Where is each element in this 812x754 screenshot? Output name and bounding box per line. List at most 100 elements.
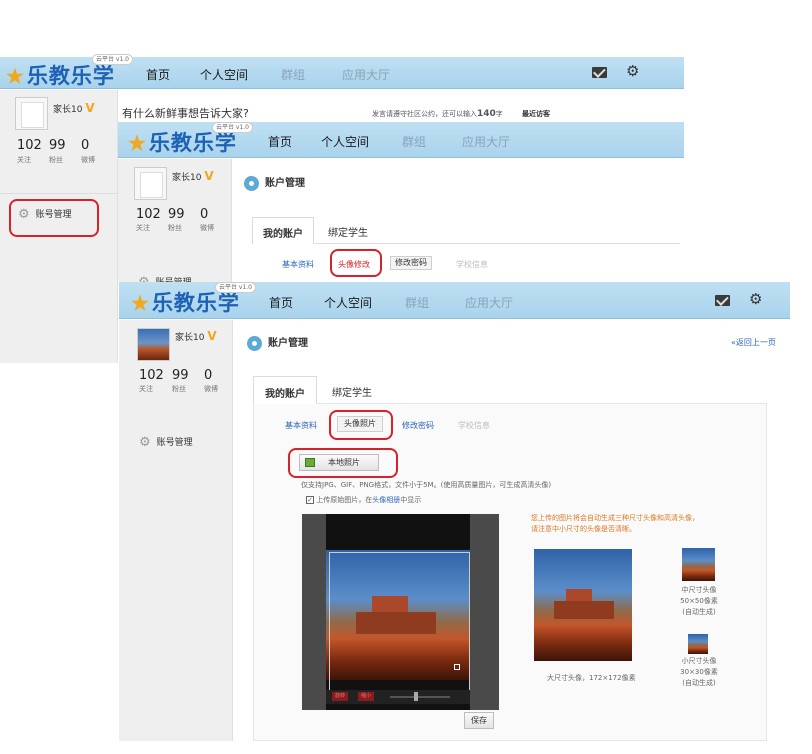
avatar-album-link[interactable]: 头像相册	[372, 496, 400, 504]
status-notice: 发言请遵守社区公约，还可以输入140字	[372, 109, 503, 119]
nav-groups[interactable]: 群组	[402, 133, 426, 150]
large-avatar-caption: 大尺寸头像，172×172像素	[547, 674, 636, 682]
followers-count[interactable]: 99	[168, 207, 185, 222]
settings-gear-icon[interactable]: ⚙	[749, 292, 762, 307]
account-title: 账户管理	[247, 334, 308, 351]
tab-bind-student[interactable]: 绑定学生	[328, 224, 368, 239]
following-count[interactable]: 102	[136, 207, 161, 222]
logo-star-icon: ★	[128, 131, 147, 155]
username[interactable]: 家长10 V	[175, 329, 217, 343]
subtab-basic-info[interactable]: 基本资料	[285, 420, 317, 431]
gear-icon	[247, 335, 262, 351]
zoom-slider-handle[interactable]	[414, 692, 418, 701]
crop-resize-handle[interactable]	[454, 664, 460, 670]
mail-icon[interactable]	[592, 67, 607, 78]
username[interactable]: 家长10 V	[172, 169, 214, 183]
gear-icon: ⚙	[139, 435, 151, 450]
avatar[interactable]	[15, 97, 48, 130]
weibo-count[interactable]: 0	[204, 368, 212, 383]
highlight-avatar-edit	[330, 249, 382, 277]
subtab-change-password[interactable]: 修改密码	[402, 420, 434, 431]
following-label: 关注	[136, 224, 150, 232]
large-avatar-preview	[534, 549, 632, 661]
back-link[interactable]: «返回上一页	[731, 337, 776, 348]
upload-notice: 您上传的图片将会自动生成三种尺寸头像和高清头像， 请注意中小尺寸的头像是否清晰。	[531, 514, 699, 533]
small-avatar-caption: 小尺寸头像 30×30像素 (自动生成)	[680, 657, 718, 687]
layer-account-avatar-tab: ★乐教乐学 云平台 v1.0 首页 个人空间 群组 应用大厅 家长10 V 10…	[118, 122, 684, 290]
following-label: 关注	[17, 156, 31, 164]
divider	[0, 193, 118, 194]
followers-label: 粉丝	[49, 156, 63, 164]
tab-my-account[interactable]: 我的账户	[252, 217, 314, 244]
nav-personal-space[interactable]: 个人空间	[324, 294, 372, 311]
nav-app-hall[interactable]: 应用大厅	[465, 294, 513, 311]
followers-label: 粉丝	[168, 224, 182, 232]
subtab-school-info[interactable]: 学校信息	[456, 259, 488, 270]
sidebar: 家长10 V 102 99 0 关注 粉丝 微博 ⚙账号管理	[118, 159, 232, 290]
zoom-slider[interactable]	[390, 696, 450, 698]
tab-bind-student[interactable]: 绑定学生	[332, 384, 372, 399]
tab-my-account[interactable]: 我的账户	[253, 376, 317, 404]
avatar[interactable]	[137, 328, 170, 361]
layer-avatar-upload: ★乐教乐学 云平台 v1.0 首页 个人空间 群组 应用大厅 ⚙ 家长10 V …	[119, 282, 790, 741]
highlight-avatar-photo	[329, 410, 393, 440]
subtab-basic-info[interactable]: 基本资料	[282, 259, 314, 270]
subtab-change-password[interactable]: 修改密码	[390, 256, 432, 270]
nav-groups[interactable]: 群组	[405, 294, 429, 311]
vip-badge: V	[207, 329, 217, 343]
nav-groups[interactable]: 群组	[281, 66, 305, 83]
nav-app-hall[interactable]: 应用大厅	[342, 66, 390, 83]
cloud-badge: 云平台 v1.0	[215, 282, 257, 293]
menu-account-management[interactable]: ⚙账号管理	[139, 435, 193, 450]
status-prompt: 有什么新鲜事想告诉大家?	[122, 107, 249, 120]
top-nav-bar: ★乐教乐学 云平台 v1.0 首页 个人空间 群组 应用大厅 ⚙	[119, 282, 790, 319]
following-count[interactable]: 102	[139, 368, 164, 383]
weibo-count[interactable]: 0	[81, 138, 89, 153]
followers-label: 粉丝	[172, 385, 186, 393]
save-original-checkbox[interactable]: ✓	[306, 496, 314, 504]
nav-personal-space[interactable]: 个人空间	[200, 66, 248, 83]
mail-icon[interactable]	[715, 295, 730, 306]
weibo-label: 微博	[204, 385, 218, 393]
nav-home[interactable]: 首页	[269, 294, 293, 311]
nav-home[interactable]: 首页	[146, 66, 170, 83]
weibo-label: 微博	[200, 224, 214, 232]
zoom-out-button[interactable]: 缩小	[358, 692, 374, 701]
avatar[interactable]	[134, 167, 167, 200]
weibo-label: 微博	[81, 156, 95, 164]
crop-area[interactable]: 旋转 缩小	[302, 514, 499, 710]
username[interactable]: 家长10 V	[53, 101, 95, 115]
following-count[interactable]: 102	[17, 138, 42, 153]
logo-star-icon: ★	[6, 64, 25, 88]
account-title: 账户管理	[244, 174, 305, 191]
weibo-count[interactable]: 0	[200, 207, 208, 222]
cloud-badge: 云平台 v1.0	[212, 122, 254, 133]
sidebar: 家长10 V 102 99 0 关注 粉丝 微博 ⚙账号管理	[119, 320, 233, 741]
save-button[interactable]: 保存	[464, 712, 494, 729]
format-hint: 仅支持JPG、GIF、PNG格式，文件小于5M。(使用高质量图片，可生成高清头像…	[301, 481, 552, 489]
settings-gear-icon[interactable]: ⚙	[626, 64, 639, 79]
logo-star-icon: ★	[131, 291, 150, 315]
medium-avatar-preview	[682, 548, 715, 581]
tabs-divider	[252, 243, 680, 244]
medium-avatar-caption: 中尺寸头像 50×50像素 (自动生成)	[680, 586, 718, 616]
small-avatar-preview	[688, 634, 708, 654]
vip-badge: V	[85, 101, 95, 115]
nav-home[interactable]: 首页	[268, 133, 292, 150]
rotate-button[interactable]: 旋转	[332, 692, 348, 701]
recent-visitors[interactable]: 最近访客	[522, 109, 550, 119]
nav-personal-space[interactable]: 个人空间	[321, 133, 369, 150]
subtab-school-info[interactable]: 学校信息	[458, 420, 490, 431]
save-original-option[interactable]: ✓ 上传原始图片，在头像相册中显示	[306, 495, 421, 505]
highlight-account-menu	[9, 199, 99, 237]
followers-count[interactable]: 99	[49, 138, 66, 153]
vip-badge: V	[204, 169, 214, 183]
top-nav-bar: ★乐教乐学 云平台 v1.0 首页 个人空间 群组 应用大厅	[118, 122, 684, 158]
cloud-badge: 云平台 v1.0	[92, 54, 134, 65]
top-nav-bar: ★乐教乐学 云平台 v1.0 首页 个人空间 群组 应用大厅 ⚙	[0, 54, 684, 89]
nav-app-hall[interactable]: 应用大厅	[462, 133, 510, 150]
crop-selection-frame[interactable]	[329, 552, 470, 698]
highlight-local-photo	[288, 448, 398, 478]
gear-icon	[244, 175, 259, 191]
followers-count[interactable]: 99	[172, 368, 189, 383]
